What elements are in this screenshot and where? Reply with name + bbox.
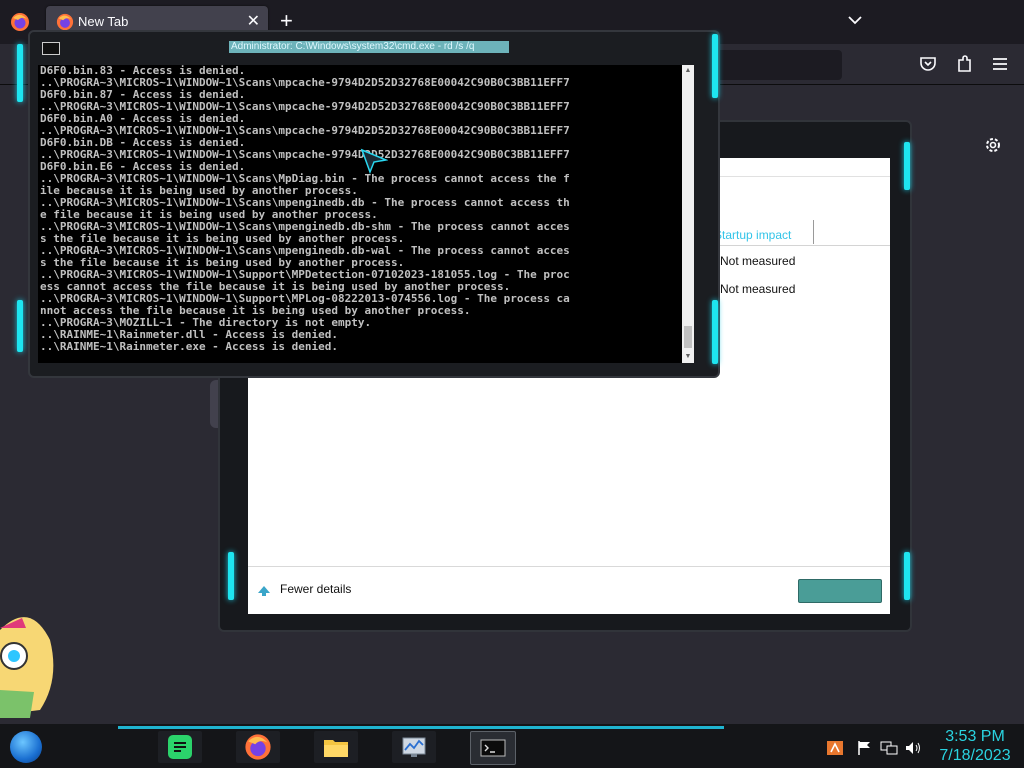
taskbar-app-cmd[interactable] [470, 731, 516, 765]
taskbar-app-firefox[interactable] [236, 731, 280, 763]
close-icon[interactable]: ✕ [247, 11, 260, 31]
extensions-icon[interactable] [954, 54, 974, 74]
volume-icon[interactable] [904, 740, 922, 756]
cmd-app-icon [42, 42, 60, 55]
divider [248, 566, 890, 567]
taskbar-app-notes[interactable] [158, 731, 202, 763]
window-frame-accent [712, 34, 718, 98]
console-text: D6F0.bin.83 - Access is denied. ..\PROGR… [40, 65, 570, 353]
divider [700, 245, 890, 246]
flag-icon[interactable] [856, 740, 874, 756]
network-icon[interactable] [880, 740, 898, 756]
column-separator[interactable] [813, 220, 814, 244]
window-frame-accent [904, 142, 910, 190]
firefox-icon [245, 734, 271, 760]
taskbar-app-task-manager[interactable] [392, 731, 436, 763]
folder-icon [324, 740, 348, 757]
taskbar-clock-date[interactable]: 7/18/2023 [930, 747, 1020, 765]
firefox-icon [56, 13, 74, 31]
window-frame-accent [228, 552, 234, 600]
tray-app-icon[interactable] [826, 740, 844, 756]
scroll-down-icon[interactable]: ▼ [684, 352, 692, 361]
end-task-button[interactable] [798, 579, 882, 603]
table-cell-startup-impact[interactable]: Not measured [720, 282, 795, 296]
scrollbar-thumb[interactable] [684, 326, 692, 348]
window-frame-accent [17, 300, 23, 352]
console-output[interactable]: D6F0.bin.83 - Access is denied. ..\PROGR… [38, 65, 682, 363]
desktop-mascot-image [0, 617, 54, 718]
chevron-down-icon[interactable] [845, 10, 865, 30]
firefox-icon [11, 13, 29, 31]
window-frame-accent [712, 300, 718, 364]
gear-icon[interactable] [982, 134, 1004, 156]
chevron-up-icon [258, 586, 270, 596]
tab-title: New Tab [78, 14, 129, 29]
start-button[interactable] [10, 731, 42, 763]
table-cell-startup-impact[interactable]: Not measured [720, 254, 795, 268]
terminal-icon [480, 739, 506, 757]
task-manager-icon [402, 737, 426, 757]
window-title: Administrator: C:\Windows\system32\cmd.e… [229, 41, 509, 53]
fewer-details-label: Fewer details [280, 582, 352, 597]
column-header-startup-impact[interactable]: Startup impact [714, 228, 791, 242]
scroll-up-icon[interactable]: ▲ [684, 66, 692, 75]
fewer-details-button[interactable]: Fewer details [256, 582, 351, 598]
mouse-cursor-icon [360, 148, 388, 174]
window-frame-accent [17, 44, 23, 102]
pocket-icon[interactable] [918, 54, 938, 74]
notes-app-icon [168, 735, 192, 759]
taskbar-app-file-explorer[interactable] [314, 731, 358, 763]
taskbar-accent [118, 726, 724, 729]
scrollbar[interactable] [682, 65, 694, 363]
window-frame-accent [904, 552, 910, 600]
taskbar-clock-time[interactable]: 3:53 PM [930, 728, 1020, 746]
hamburger-menu-icon[interactable] [990, 54, 1010, 74]
